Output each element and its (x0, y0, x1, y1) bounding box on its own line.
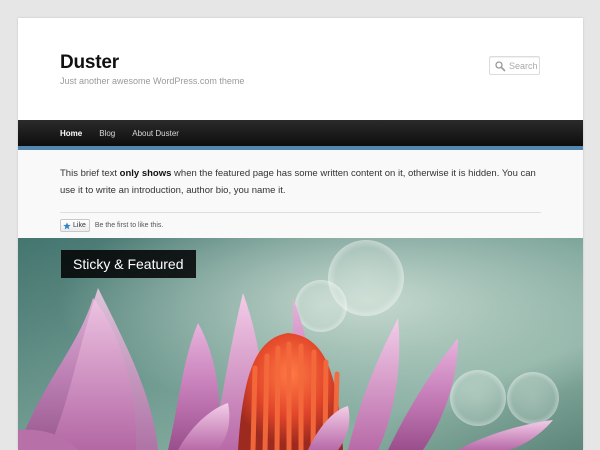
site-header: Duster Just another awesome WordPress.co… (18, 18, 583, 120)
featured-post-title[interactable]: Sticky & Featured (61, 250, 196, 278)
intro-section: This brief text only shows when the feat… (18, 150, 583, 238)
nav-item-about-duster[interactable]: About Duster (132, 129, 179, 138)
search-box[interactable] (489, 56, 541, 75)
search-input[interactable] (506, 60, 541, 71)
divider (60, 212, 541, 213)
main-nav: Home Blog About Duster (18, 120, 583, 146)
intro-text-start: This brief text (60, 168, 120, 179)
search-icon (494, 60, 506, 72)
like-status-text: Be the first to like this. (94, 222, 164, 229)
featured-image[interactable]: Sticky & Featured (18, 238, 583, 450)
intro-text-bold: only shows (119, 168, 172, 179)
intro-text: This brief text only shows when the feat… (60, 165, 546, 199)
page: Duster Just another awesome WordPress.co… (18, 18, 583, 450)
like-button[interactable]: Like (60, 219, 90, 232)
nav-item-blog[interactable]: Blog (99, 129, 115, 138)
site-tagline: Just another awesome WordPress.com theme (60, 76, 245, 86)
like-row: Like Be the first to like this. (60, 219, 163, 232)
star-icon (63, 221, 71, 230)
like-button-label: Like (73, 222, 86, 229)
site-title[interactable]: Duster (60, 52, 119, 74)
nav-item-home[interactable]: Home (60, 129, 82, 138)
